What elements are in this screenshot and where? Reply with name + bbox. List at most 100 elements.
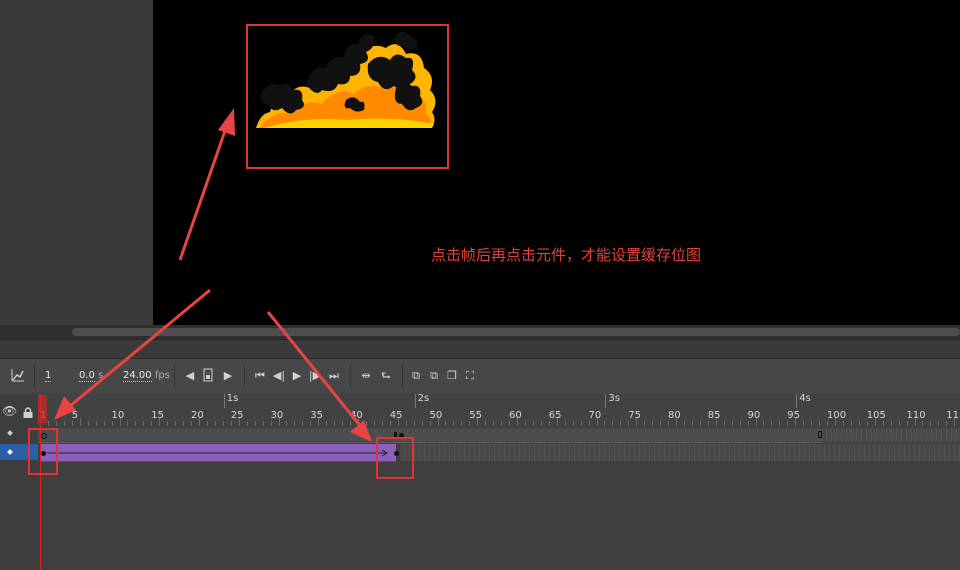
step-forward-icon[interactable]: |▶: [307, 368, 323, 384]
loop-icon[interactable]: ⇹: [358, 368, 374, 384]
toolbar-separator: [402, 365, 403, 387]
ruler-tick: [715, 418, 717, 426]
timeline-toolbar: 1 0.0 s 24.00 fps ◀ ▶ ⏮ ◀| ▶ |▶ ⏭ ⇹ ⮑ ⧉ …: [0, 358, 960, 395]
ruler-tick: [755, 418, 757, 426]
ruler-tick: [835, 418, 836, 426]
ruler-tick: [397, 418, 399, 426]
ruler-tick: [676, 418, 677, 426]
frame-center-icon[interactable]: [200, 368, 216, 384]
ruler-tick: [556, 418, 558, 426]
empty-frames[interactable]: [400, 444, 960, 461]
track-layer-2[interactable]: [38, 444, 960, 462]
ruler-frame-number: 85: [707, 410, 721, 421]
ruler-second-marker: [605, 394, 607, 408]
ruler-frame-number: 35: [310, 410, 324, 421]
onion-outline-icon[interactable]: ⧉: [426, 368, 442, 384]
ruler-tick: [318, 418, 320, 426]
ruler-frame-number: 95: [787, 410, 801, 421]
ruler-second-label: 3s: [608, 393, 620, 404]
empty-frames[interactable]: [822, 428, 960, 442]
layers-panel: 👁: [0, 394, 38, 570]
timeline-panel-header: [0, 339, 960, 359]
ruler-tick: [119, 418, 121, 426]
ruler-tick: [159, 418, 161, 426]
ruler-frame-number: 50: [429, 410, 443, 421]
eye-icon[interactable]: 👁: [2, 404, 17, 418]
ruler-frame-number: 70: [588, 410, 602, 421]
ruler-second-marker: [414, 394, 416, 408]
ruler-second-label: 1s: [226, 393, 239, 404]
ruler-tick: [358, 418, 359, 426]
ruler-frame-number: 60: [509, 410, 522, 421]
ruler-second-marker: [796, 394, 798, 408]
ruler-frame-number: 105: [866, 410, 886, 421]
layer-dot-icon: [7, 430, 13, 436]
ruler-tick: [238, 418, 240, 426]
sync-icon[interactable]: ⮑: [378, 368, 394, 384]
highlight-box-last-frame: [376, 437, 414, 479]
layer-dot-icon: [7, 449, 13, 455]
ruler-frame-number: 20: [191, 410, 204, 421]
ruler-frame-number: 45: [389, 410, 403, 421]
tween-arrow: [47, 449, 388, 457]
timeline-ruler[interactable]: 1510152025303540455055606570758085909510…: [38, 393, 960, 426]
next-frame-icon[interactable]: ▶: [220, 368, 236, 384]
prev-frame-icon[interactable]: ◀: [182, 368, 198, 384]
ruler-tick: [278, 418, 280, 426]
frame-rate[interactable]: 24.00 fps: [123, 370, 170, 382]
playhead[interactable]: [40, 394, 41, 570]
ruler-frame-number: 110: [906, 410, 926, 421]
ruler-frame-number: 5: [71, 410, 79, 421]
edit-multiple-icon[interactable]: ❐: [444, 368, 460, 384]
ruler-frame-number: 55: [469, 410, 483, 421]
classic-tween[interactable]: [41, 444, 396, 462]
ruler-tick: [874, 418, 876, 426]
ruler-frame-number: 100: [827, 410, 847, 421]
ruler-tick: [79, 418, 81, 426]
step-back-icon[interactable]: ◀|: [271, 368, 287, 384]
ruler-frame-number: 90: [747, 410, 761, 421]
ruler-frame-number: 80: [668, 410, 681, 421]
ruler-frame-number: 40: [350, 410, 363, 421]
last-frame-icon[interactable]: ⏭: [326, 368, 342, 384]
toolbar-separator: [350, 365, 351, 387]
onion-range-icon[interactable]: ⛶: [462, 368, 478, 384]
left-panel: [0, 0, 153, 325]
annotation-text: 点击帧后再点击元件，才能设置缓存位图: [431, 246, 702, 264]
ruler-tick: [517, 418, 518, 426]
ruler-tick: [596, 418, 598, 426]
ruler-frame-number: 65: [548, 410, 562, 421]
fps-unit: fps: [154, 370, 170, 381]
ruler-frame-number: 30: [270, 410, 284, 421]
ruler-tick: [914, 418, 916, 426]
toolbar-separator: [34, 365, 35, 387]
play-icon[interactable]: ▶: [289, 368, 305, 384]
highlight-box-symbol: [246, 24, 449, 169]
ruler-frame-number: 15: [151, 410, 165, 421]
end-frame-marker[interactable]: [818, 431, 822, 438]
highlight-box-first-frame: [28, 428, 58, 475]
current-frame[interactable]: 1: [45, 370, 52, 382]
first-frame-icon[interactable]: ⏮: [252, 368, 268, 384]
current-time[interactable]: 0.0 s: [79, 370, 104, 382]
ruler-second-label: 2s: [417, 393, 430, 404]
lock-icon[interactable]: [22, 404, 34, 423]
ruler-tick: [437, 418, 439, 426]
stage-horizontal-scrollbar[interactable]: [0, 325, 960, 339]
frame-span-layer-1[interactable]: [38, 428, 822, 443]
ruler-tick: [199, 418, 200, 426]
ruler-frame-number: 75: [628, 410, 642, 421]
toolbar-separator: [174, 365, 175, 387]
toolbar-separator: [244, 365, 245, 387]
ruler-frame-number: 25: [230, 410, 244, 421]
ruler-second-marker: [223, 394, 225, 408]
ruler-frame-number: 10: [111, 410, 125, 421]
ruler-second-label: 4s: [799, 393, 811, 404]
graph-icon[interactable]: [10, 368, 26, 384]
scrollbar-thumb[interactable]: [72, 328, 960, 336]
onion-skin-icon[interactable]: ⧉: [408, 368, 424, 384]
track-layer-1[interactable]: [38, 428, 960, 443]
time-unit: s: [98, 370, 104, 381]
ruler-tick: [954, 418, 956, 426]
ruler-tick: [795, 418, 797, 426]
